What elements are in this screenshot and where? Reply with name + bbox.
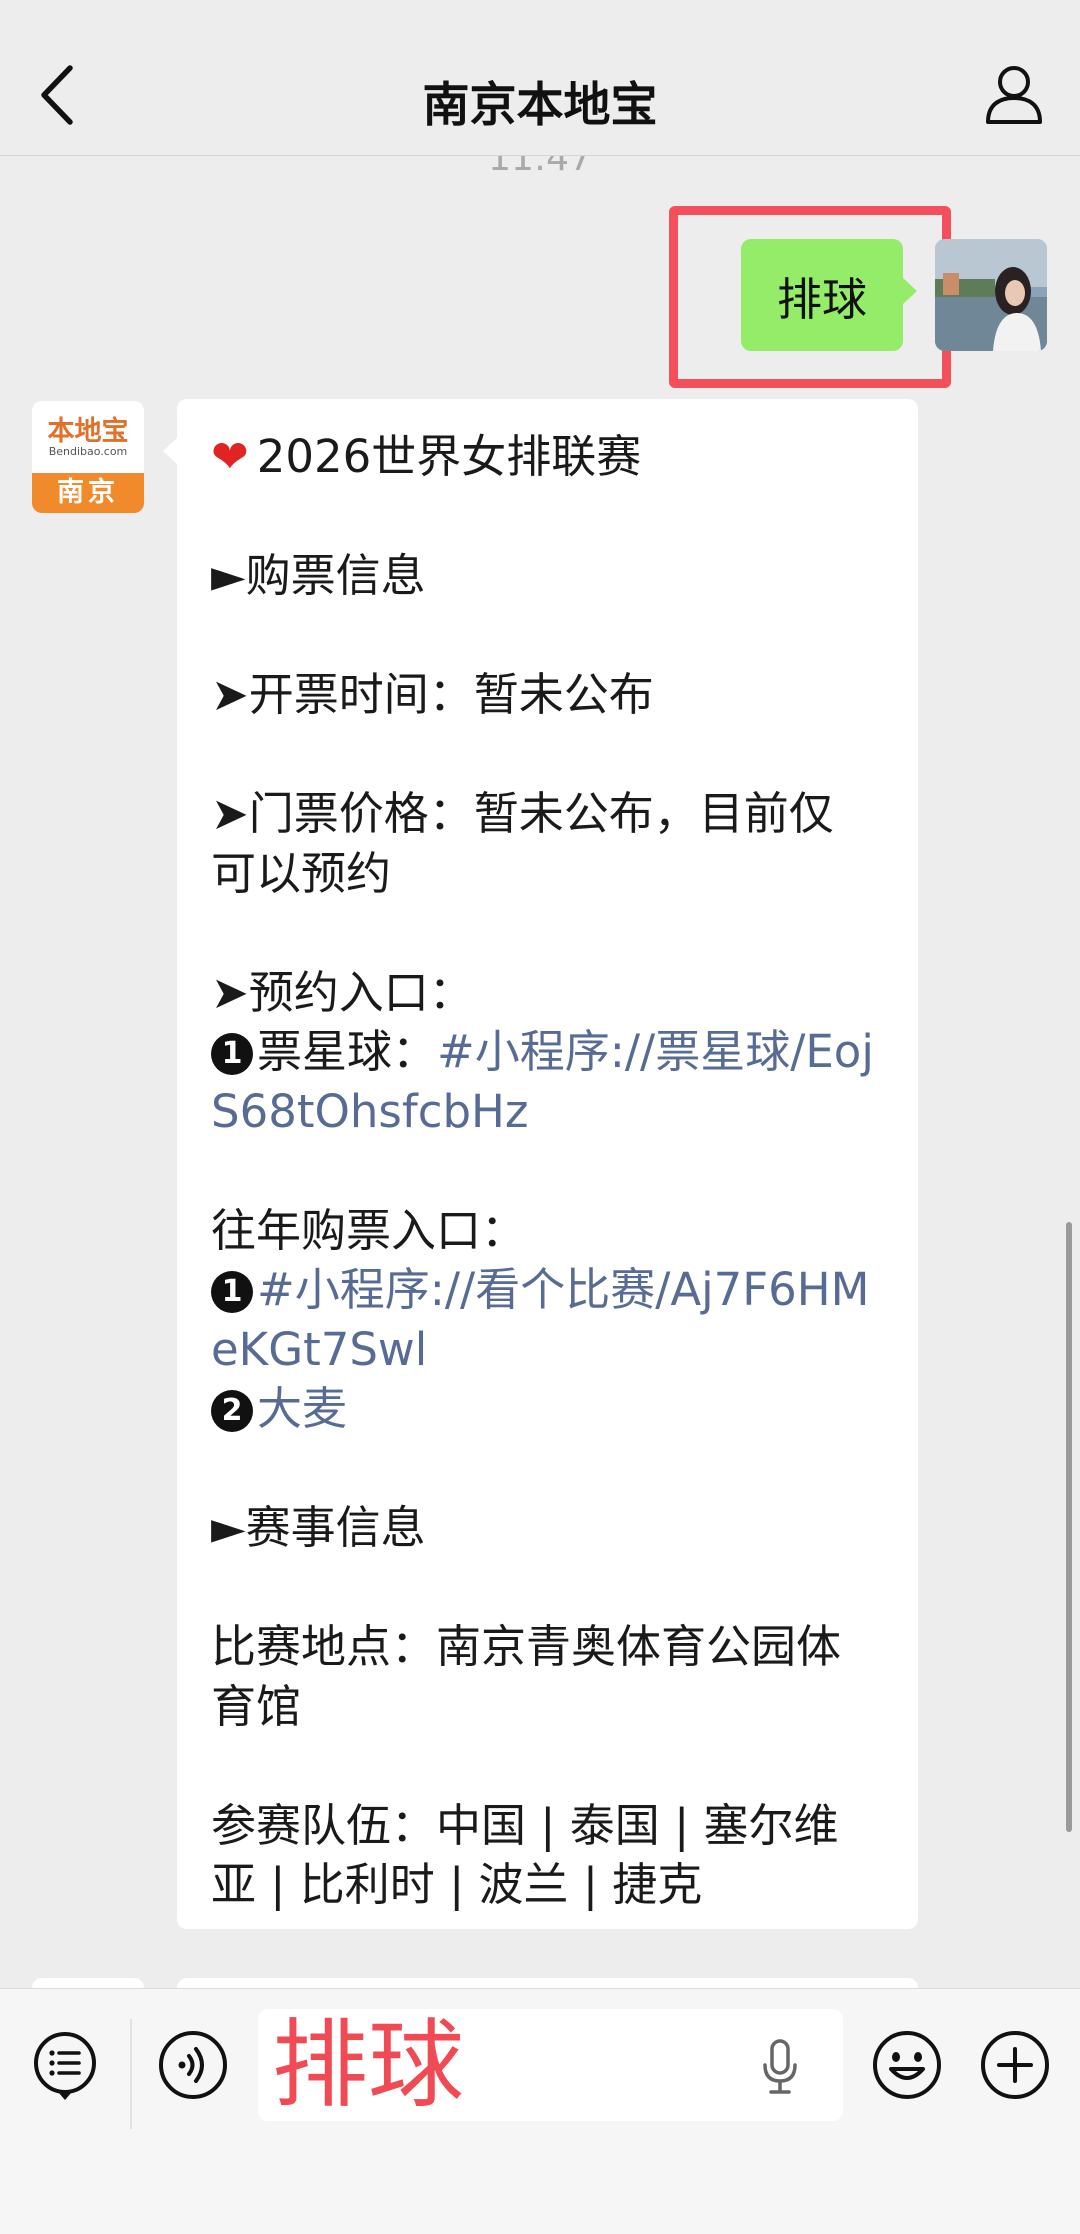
list-menu-icon[interactable] [32,2031,98,2101]
teams-text-line1: 参赛队伍：中国 | 泰国 | 塞尔维 [211,1798,839,1852]
reserve-1-label: 票星球： [257,1025,438,1078]
number-badge-1: 1 [211,1271,253,1313]
past-ticket-heading: 往年购票入口： [211,1203,527,1257]
logo-subtext: Bendibao.com [48,445,128,458]
number-badge-2: 2 [211,1390,253,1432]
microphone-icon[interactable] [760,2039,800,2095]
highlight-annotation-box [669,206,951,388]
chat-scrollbar[interactable] [1066,1222,1072,1832]
damai-link[interactable]: 大麦 [257,1382,347,1435]
input-bar: 排球 [0,1988,1080,2234]
voice-icon[interactable] [157,2029,229,2101]
logo-city: 南京 [32,473,144,513]
top-nav-bar: 南京本地宝 [0,0,1080,156]
logo-text: 本地宝 [47,416,129,447]
price-text-line1: ➤门票价格：暂未公布，目前仅 [211,787,834,840]
message-input-field[interactable]: 排球 [258,2009,843,2121]
price-text-line2: 可以预约 [211,846,392,900]
official-account-avatar[interactable]: 本地宝 Bendibao.com 南京 [32,401,144,513]
smiley-icon[interactable] [871,2029,943,2101]
venue-text-line2: 育馆 [211,1679,302,1733]
user-avatar[interactable] [935,239,1047,351]
chat-title: 南京本地宝 [422,78,658,133]
kangebisai-mini-program-link[interactable]: #小程序://看个比赛/Aj7F6HM [257,1263,869,1316]
incoming-message-bubble[interactable]: ❤ 2026世界女排联赛 ►购票信息 ➤开票时间：暂未公布 ➤门票价格：暂未公布，… [163,399,918,1929]
section-ticket-info: ►购票信息 [211,549,426,602]
piaoxingqiu-mini-program-link[interactable]: #小程序://票星球/Eoj [437,1025,874,1078]
plus-icon[interactable] [979,2029,1051,2101]
kangebisai-mini-program-link-cont[interactable]: eKGt7Swl [211,1323,427,1376]
input-bar-divider [130,2019,132,2129]
section-event-info: ►赛事信息 [211,1501,426,1554]
venue-text-line1: 比赛地点：南京青奥体育公园体 [211,1620,842,1673]
reserve-heading: ➤预约入口： [211,965,474,1019]
number-badge-1: 1 [211,1033,253,1075]
heart-icon: ❤ [211,430,249,483]
user-avatar-photo [935,239,1047,351]
person-icon[interactable] [984,62,1044,126]
message-title: 2026世界女排联赛 [256,430,642,483]
piaoxingqiu-mini-program-link-cont[interactable]: S68tOhsfcbHz [211,1085,528,1138]
teams-text-line2: 亚 | 比利时 | 波兰 | 捷克 [211,1858,703,1911]
message-input-value: 排球 [272,2009,464,2121]
open-time-text: ➤开票时间：暂未公布 [211,668,654,721]
